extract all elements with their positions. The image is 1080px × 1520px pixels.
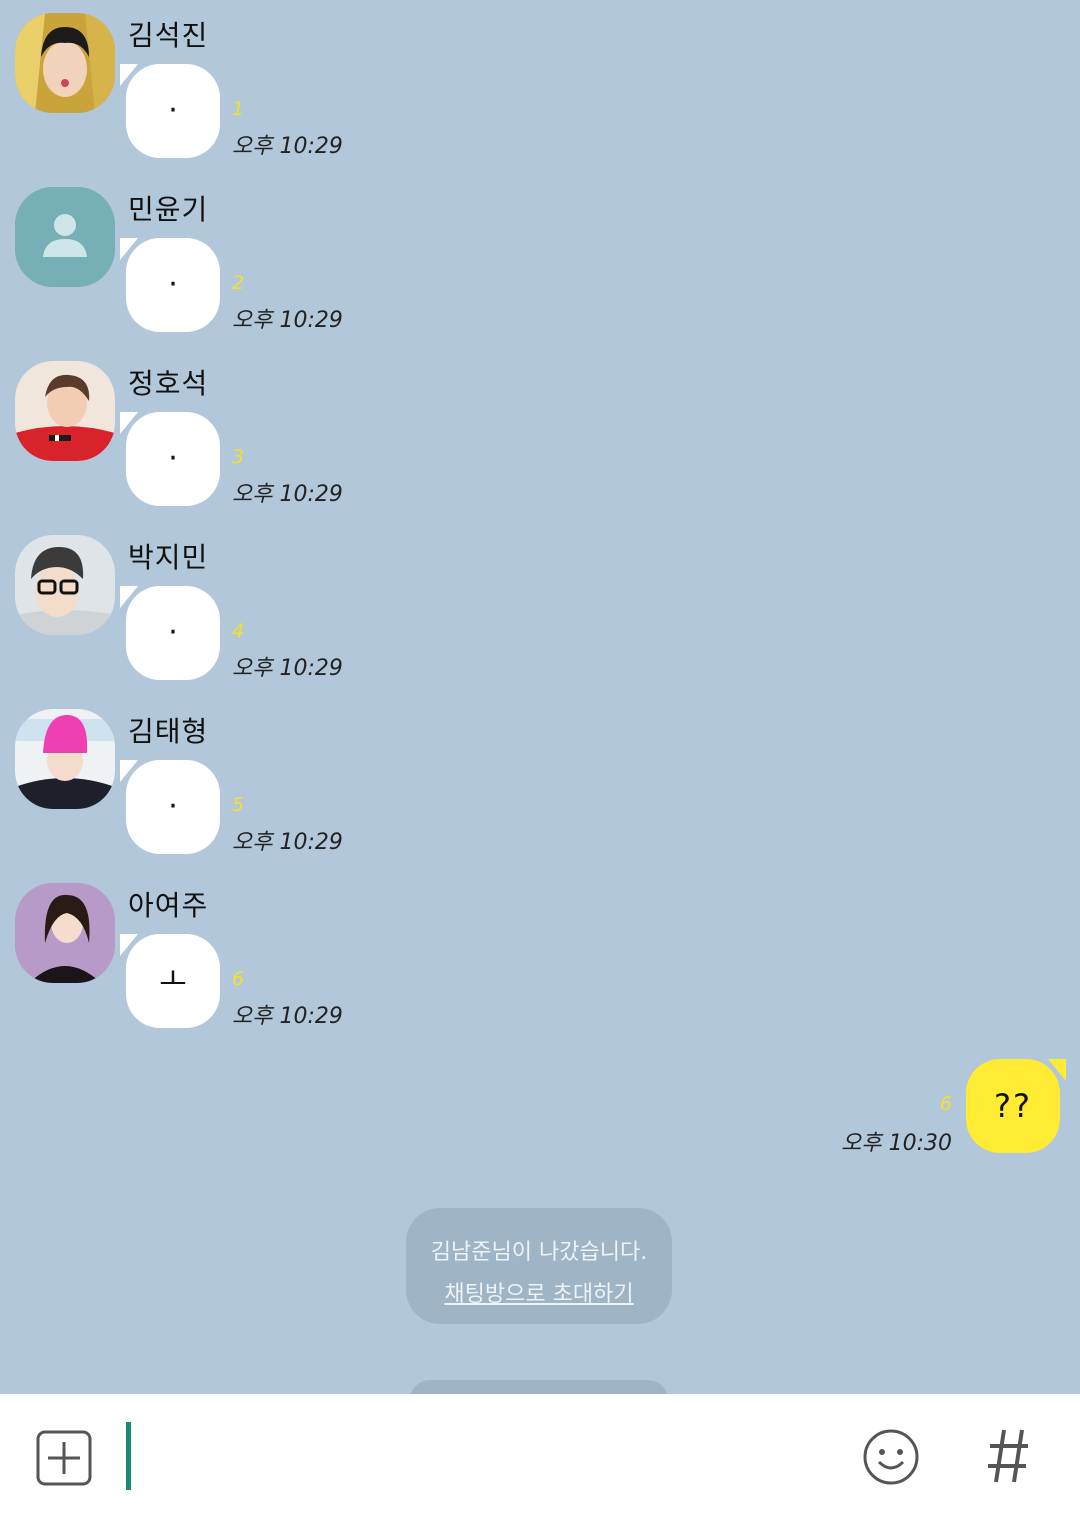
unread-count: 6 (232, 968, 245, 990)
avatar[interactable] (15, 187, 115, 287)
sender-name: 김태형 (128, 715, 209, 748)
message-bubble[interactable]: · (120, 412, 220, 506)
message-text: ㅗ (159, 963, 187, 998)
message-text: · (168, 93, 178, 128)
message-time: 오후 10:29 (232, 656, 343, 681)
message-input[interactable] (140, 1422, 834, 1492)
message-text: · (168, 615, 178, 650)
unread-count: 5 (232, 794, 245, 816)
message-time: 오후 10:29 (232, 134, 343, 159)
message-text: · (168, 267, 178, 302)
message-time: 오후 10:29 (232, 482, 343, 507)
avatar[interactable] (15, 883, 115, 983)
chat-area[interactable]: 김석진 · 1 오후 10:29 민윤기 · 2 오후 10:29 정호석 · … (0, 0, 1080, 1394)
add-button[interactable] (36, 1430, 92, 1486)
plus-square-icon (36, 1430, 92, 1486)
my-message-row: 6 오후 10:30 ?? (841, 1055, 1080, 1156)
text-caret (126, 1422, 131, 1490)
message-time: 오후 10:29 (232, 308, 343, 333)
message-time: 오후 10:29 (232, 830, 343, 855)
sender-name: 정호석 (128, 367, 209, 400)
notice-text: 김남준님이 나갔습니다. (430, 1240, 648, 1265)
message-bubble[interactable]: · (120, 760, 220, 854)
message-bubble[interactable]: · (120, 586, 220, 680)
unread-count: 2 (232, 272, 245, 294)
message-bubble[interactable]: · (120, 64, 220, 158)
sender-name: 아여주 (128, 889, 209, 922)
avatar[interactable] (15, 13, 115, 113)
sender-name: 박지민 (128, 541, 209, 574)
system-notice: 김남준님이 나갔습니다. 채팅방으로 초대하기 (406, 1208, 672, 1324)
message-row: 민윤기 · 2 오후 10:29 (0, 174, 1080, 334)
avatar[interactable] (15, 709, 115, 809)
message-row: 김석진 · 1 오후 10:29 (0, 0, 1080, 160)
input-bar (0, 1394, 1080, 1520)
smile-icon (863, 1429, 919, 1485)
message-time: 오후 10:30 (841, 1131, 952, 1156)
message-row: 박지민 · 4 오후 10:29 (0, 522, 1080, 682)
avatar[interactable] (15, 361, 115, 461)
message-time: 오후 10:29 (232, 1004, 343, 1029)
emoji-button[interactable] (862, 1428, 920, 1486)
avatar[interactable] (15, 535, 115, 635)
hashtag-button[interactable] (984, 1424, 1032, 1488)
unread-count: 3 (232, 446, 245, 468)
message-text: ?? (994, 1087, 1032, 1125)
message-text: · (168, 441, 178, 476)
next-notice-peek (410, 1380, 668, 1394)
unread-count: 6 (939, 1093, 952, 1115)
message-row: 아여주 ㅗ 6 오후 10:29 (0, 870, 1080, 1030)
default-person-icon (15, 187, 115, 287)
hash-icon (988, 1429, 1028, 1483)
unread-count: 1 (232, 98, 245, 120)
sender-name: 김석진 (128, 19, 209, 52)
unread-count: 4 (232, 620, 245, 642)
message-text: · (168, 789, 178, 824)
invite-back-link[interactable]: 채팅방으로 초대하기 (406, 1276, 672, 1308)
message-bubble[interactable]: · (120, 238, 220, 332)
message-row: 김태형 · 5 오후 10:29 (0, 696, 1080, 856)
message-bubble[interactable]: ㅗ (120, 934, 220, 1028)
sender-name: 민윤기 (128, 193, 209, 226)
my-message-bubble[interactable]: ?? (966, 1059, 1066, 1153)
message-row: 정호석 · 3 오후 10:29 (0, 348, 1080, 508)
